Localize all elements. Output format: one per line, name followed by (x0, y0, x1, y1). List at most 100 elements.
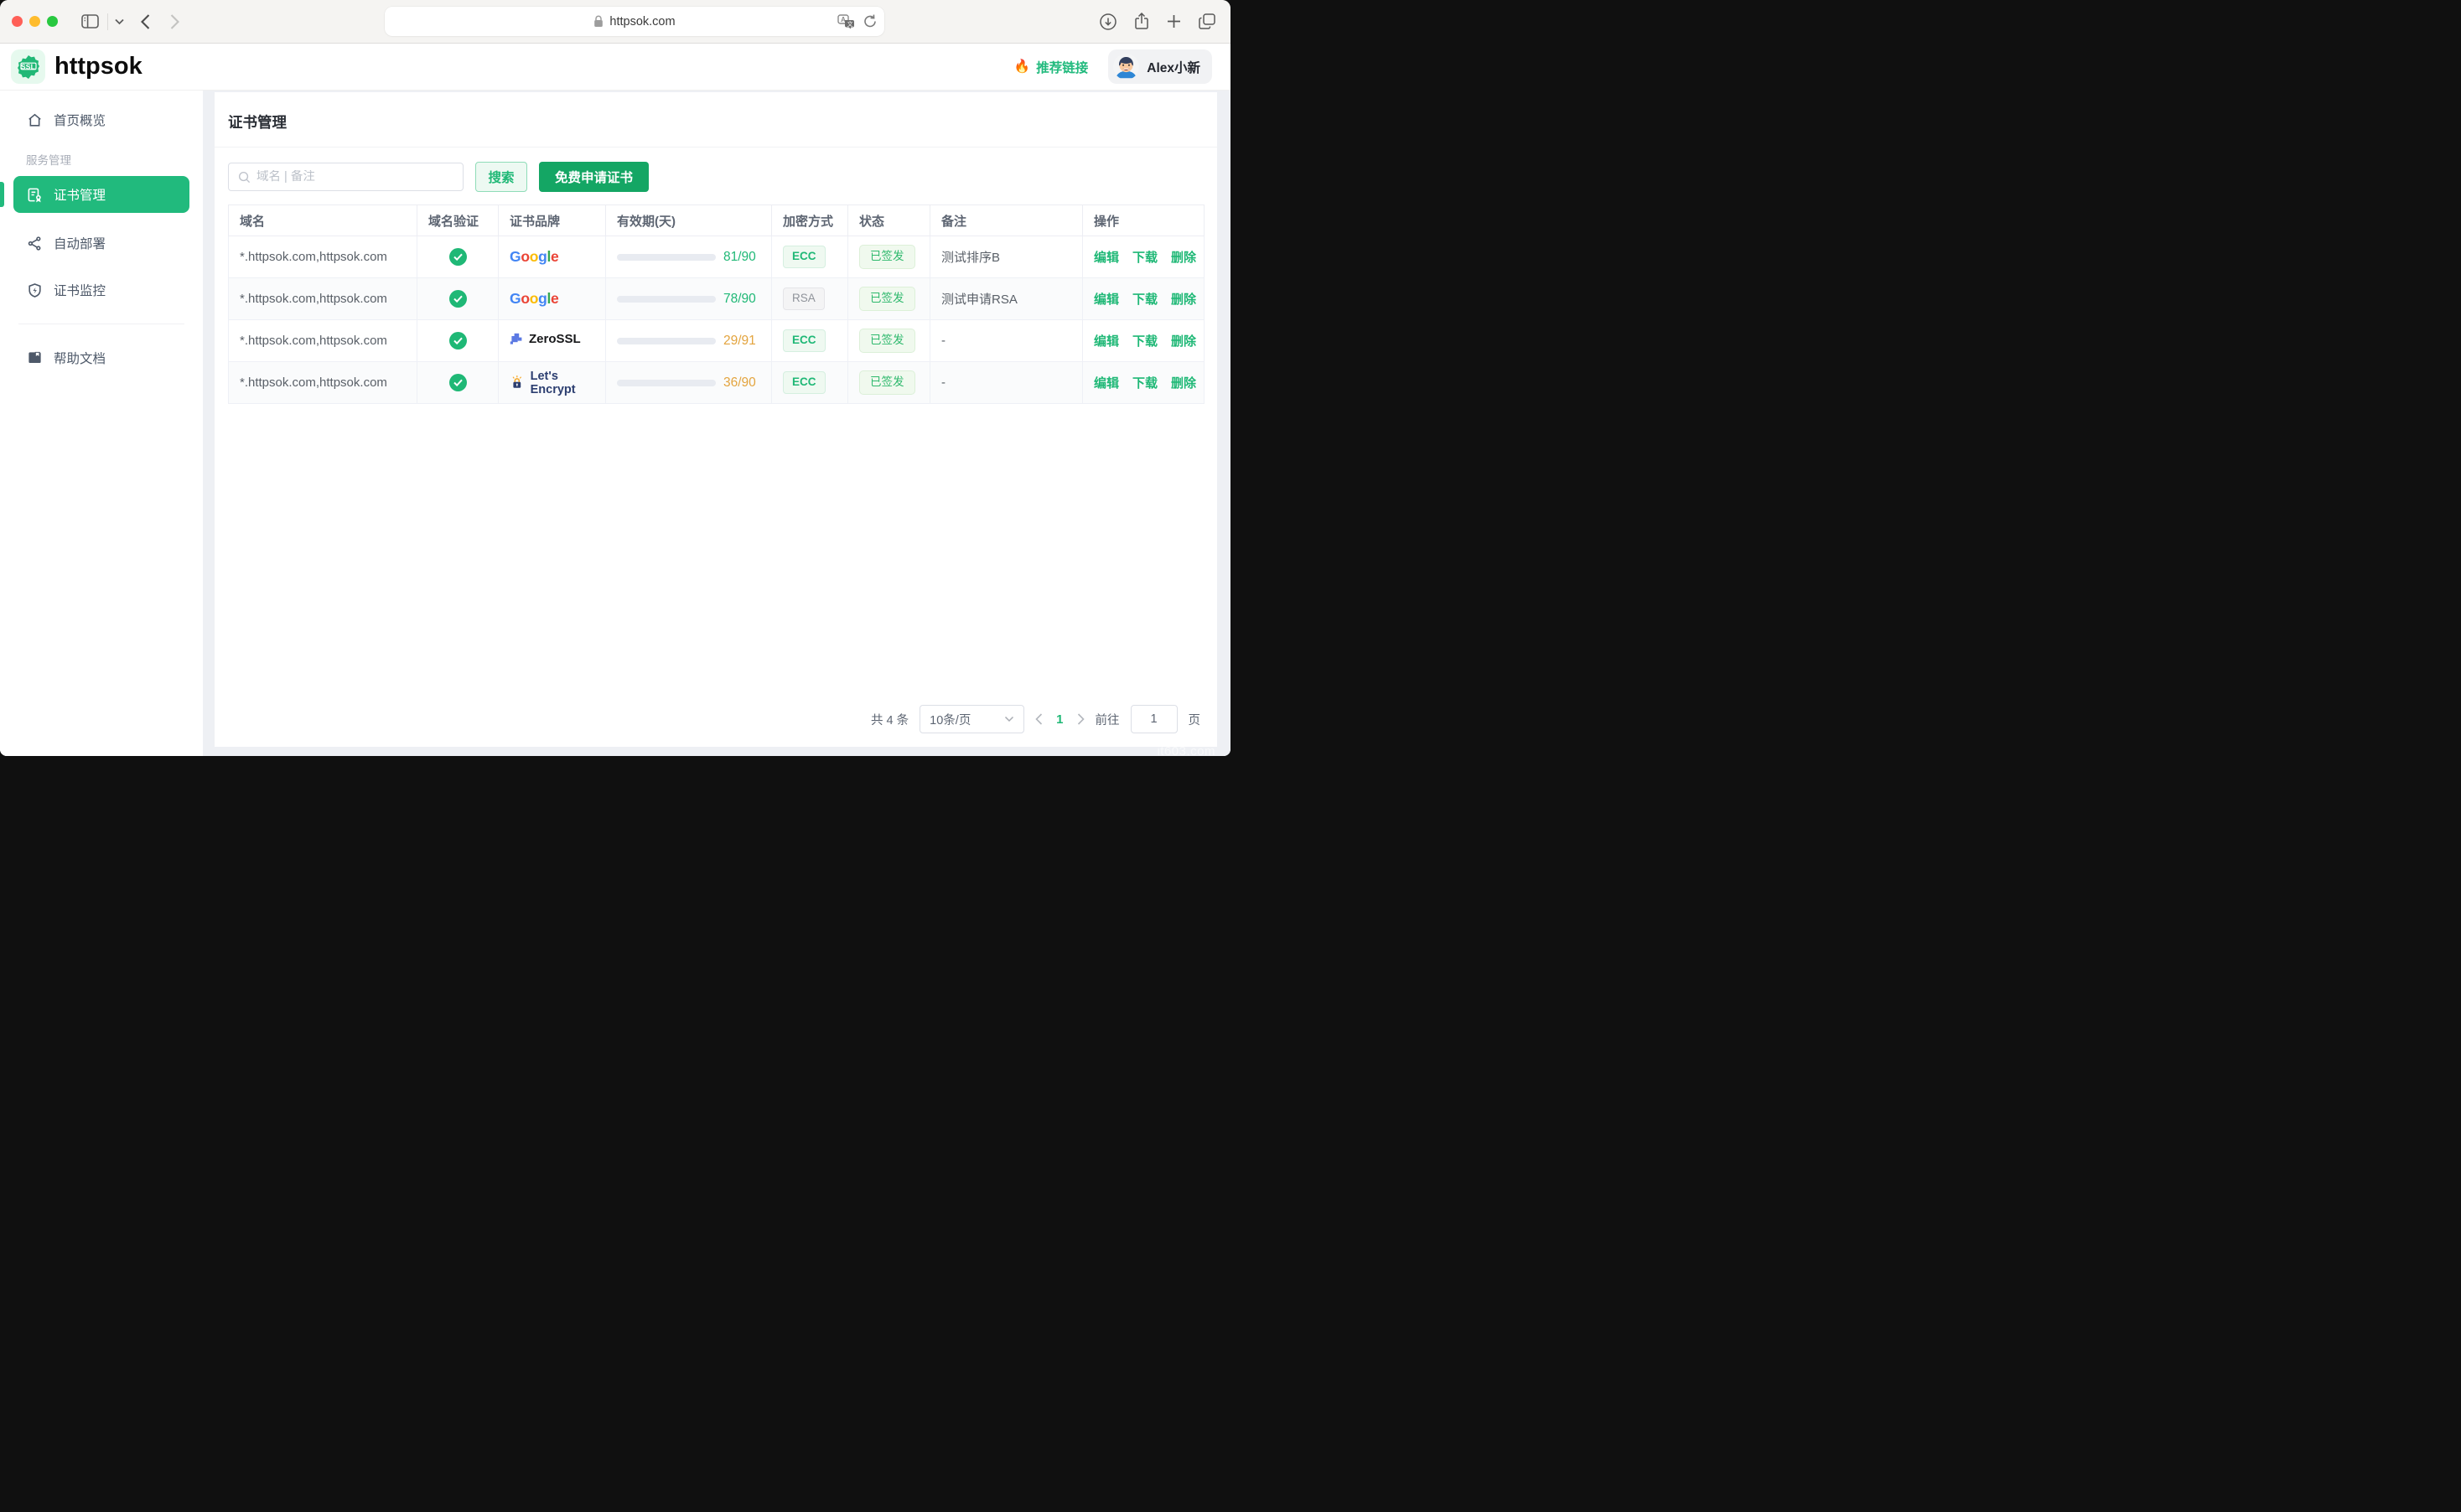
page-size-select[interactable]: 10条/页 (920, 705, 1024, 733)
table-row: *.httpsok.com,httpsok.com Google 81/90 E… (229, 236, 1205, 278)
ssl-badge-text: SSL (21, 62, 35, 70)
share-icon[interactable] (1134, 13, 1149, 30)
verified-check-icon (449, 290, 467, 308)
page-suffix: 页 (1189, 711, 1201, 728)
zoom-window-button[interactable] (47, 16, 58, 27)
status-badge: 已签发 (859, 329, 915, 353)
toolbar: 搜索 免费申请证书 (228, 162, 1204, 192)
browser-toolbar: httpsok.com A 文 (0, 0, 1230, 44)
encryption-badge: ECC (783, 371, 826, 394)
validity-value: 36/90 (723, 375, 756, 391)
goto-page-input[interactable] (1131, 705, 1178, 733)
validity-progress (617, 338, 716, 344)
apply-cert-button[interactable]: 免费申请证书 (539, 162, 649, 192)
app-header: SSL httpsok 🔥 推荐链接 (0, 44, 1230, 91)
edit-link[interactable]: 编辑 (1094, 332, 1119, 350)
lock-icon (593, 15, 604, 28)
edit-link[interactable]: 编辑 (1094, 290, 1119, 308)
content-card: 证书管理 搜索 免费申请证书 (215, 92, 1217, 747)
col-status: 状态 (848, 205, 930, 236)
validity-value: 78/90 (723, 292, 756, 307)
avatar (1113, 54, 1139, 80)
delete-link[interactable]: 删除 (1171, 248, 1196, 266)
encryption-badge: ECC (783, 246, 826, 268)
remark-cell: 测试排序B (930, 236, 1083, 278)
shield-monitor-icon (26, 282, 43, 298)
remark-cell: 测试申请RSA (930, 278, 1083, 320)
edit-link[interactable]: 编辑 (1094, 248, 1119, 266)
search-button[interactable]: 搜索 (475, 162, 527, 192)
sidebar-section-services: 服务管理 (0, 151, 203, 168)
download-link[interactable]: 下载 (1132, 290, 1158, 308)
download-link[interactable]: 下载 (1132, 248, 1158, 266)
reload-icon[interactable] (863, 14, 877, 28)
col-verification: 域名验证 (417, 205, 499, 236)
chevron-down-icon[interactable] (115, 18, 124, 25)
download-link[interactable]: 下载 (1132, 332, 1158, 350)
edit-link[interactable]: 编辑 (1094, 374, 1119, 391)
delete-link[interactable]: 删除 (1171, 374, 1196, 391)
home-icon (26, 112, 43, 128)
downloads-icon[interactable] (1100, 13, 1117, 30)
referral-link[interactable]: 🔥 推荐链接 (1014, 58, 1088, 76)
col-actions: 操作 (1083, 205, 1205, 236)
download-link[interactable]: 下载 (1132, 374, 1158, 391)
goto-label: 前往 (1096, 711, 1120, 728)
domain-cell: *.httpsok.com,httpsok.com (229, 278, 417, 320)
back-button[interactable] (141, 14, 150, 29)
current-page[interactable]: 1 (1056, 712, 1063, 727)
sidebar-item-monitor[interactable]: 证书监控 (0, 272, 203, 308)
encryption-badge: ECC (783, 329, 826, 352)
certificate-icon (26, 187, 43, 203)
total-count: 共 4 条 (871, 711, 909, 728)
sidebar-item-overview[interactable]: 首页概览 (0, 101, 203, 138)
forward-button[interactable] (170, 14, 179, 29)
encryption-badge: RSA (783, 287, 825, 310)
letsencrypt-logo-icon (510, 375, 525, 391)
google-logo: Google (510, 290, 558, 308)
toolbar-separator (107, 13, 108, 30)
search-input[interactable] (256, 170, 453, 184)
httpsok-logo: SSL (11, 49, 45, 84)
zerossl-logo-text: ZeroSSL (529, 332, 581, 346)
table-row: *.httpsok.com,httpsok.com Google 78/90 R… (229, 278, 1205, 320)
table-row: *.httpsok.com,httpsok.com (229, 362, 1205, 404)
validity-value: 81/90 (723, 250, 756, 265)
verified-check-icon (449, 332, 467, 350)
user-menu[interactable]: Alex小新 (1108, 49, 1212, 84)
status-badge: 已签发 (859, 370, 915, 395)
status-badge: 已签发 (859, 287, 915, 311)
domain-cell: *.httpsok.com,httpsok.com (229, 236, 417, 278)
close-window-button[interactable] (12, 16, 23, 27)
col-validity: 有效期(天) (606, 205, 772, 236)
fire-icon: 🔥 (1014, 59, 1030, 75)
domain-cell: *.httpsok.com,httpsok.com (229, 320, 417, 362)
url-text: httpsok.com (609, 15, 675, 28)
chevron-down-icon (1004, 716, 1014, 722)
sidebar-item-docs[interactable]: 帮助文档 (0, 339, 203, 376)
pagination: 共 4 条 10条/页 1 前往 (228, 690, 1204, 747)
prev-page-button[interactable] (1035, 713, 1043, 725)
user-name: Alex小新 (1147, 58, 1200, 76)
sidebar-item-deploy[interactable]: 自动部署 (0, 225, 203, 261)
browser-window: httpsok.com A 文 (0, 0, 1230, 756)
translate-icon[interactable]: A 文 (837, 14, 854, 28)
next-page-button[interactable] (1077, 713, 1085, 725)
delete-link[interactable]: 删除 (1171, 290, 1196, 308)
certificates-table: 域名 域名验证 证书品牌 有效期(天) 加密方式 状态 备注 操作 (228, 205, 1205, 404)
sidebar-toggle-icon[interactable] (81, 14, 99, 28)
delete-link[interactable]: 删除 (1171, 332, 1196, 350)
address-bar[interactable]: httpsok.com A 文 (385, 7, 884, 36)
domain-cell: *.httpsok.com,httpsok.com (229, 362, 417, 404)
col-remark: 备注 (930, 205, 1083, 236)
google-logo: Google (510, 248, 558, 266)
validity-progress (617, 380, 716, 386)
sidebar-item-certificates[interactable]: 证书管理 (13, 176, 189, 213)
minimize-window-button[interactable] (29, 16, 40, 27)
new-tab-icon[interactable] (1167, 14, 1181, 28)
logo-text: httpsok (54, 53, 142, 80)
remark-cell: - (930, 320, 1083, 362)
validity-progress (617, 296, 716, 303)
zerossl-logo-icon (510, 333, 523, 346)
tab-overview-icon[interactable] (1199, 13, 1215, 29)
